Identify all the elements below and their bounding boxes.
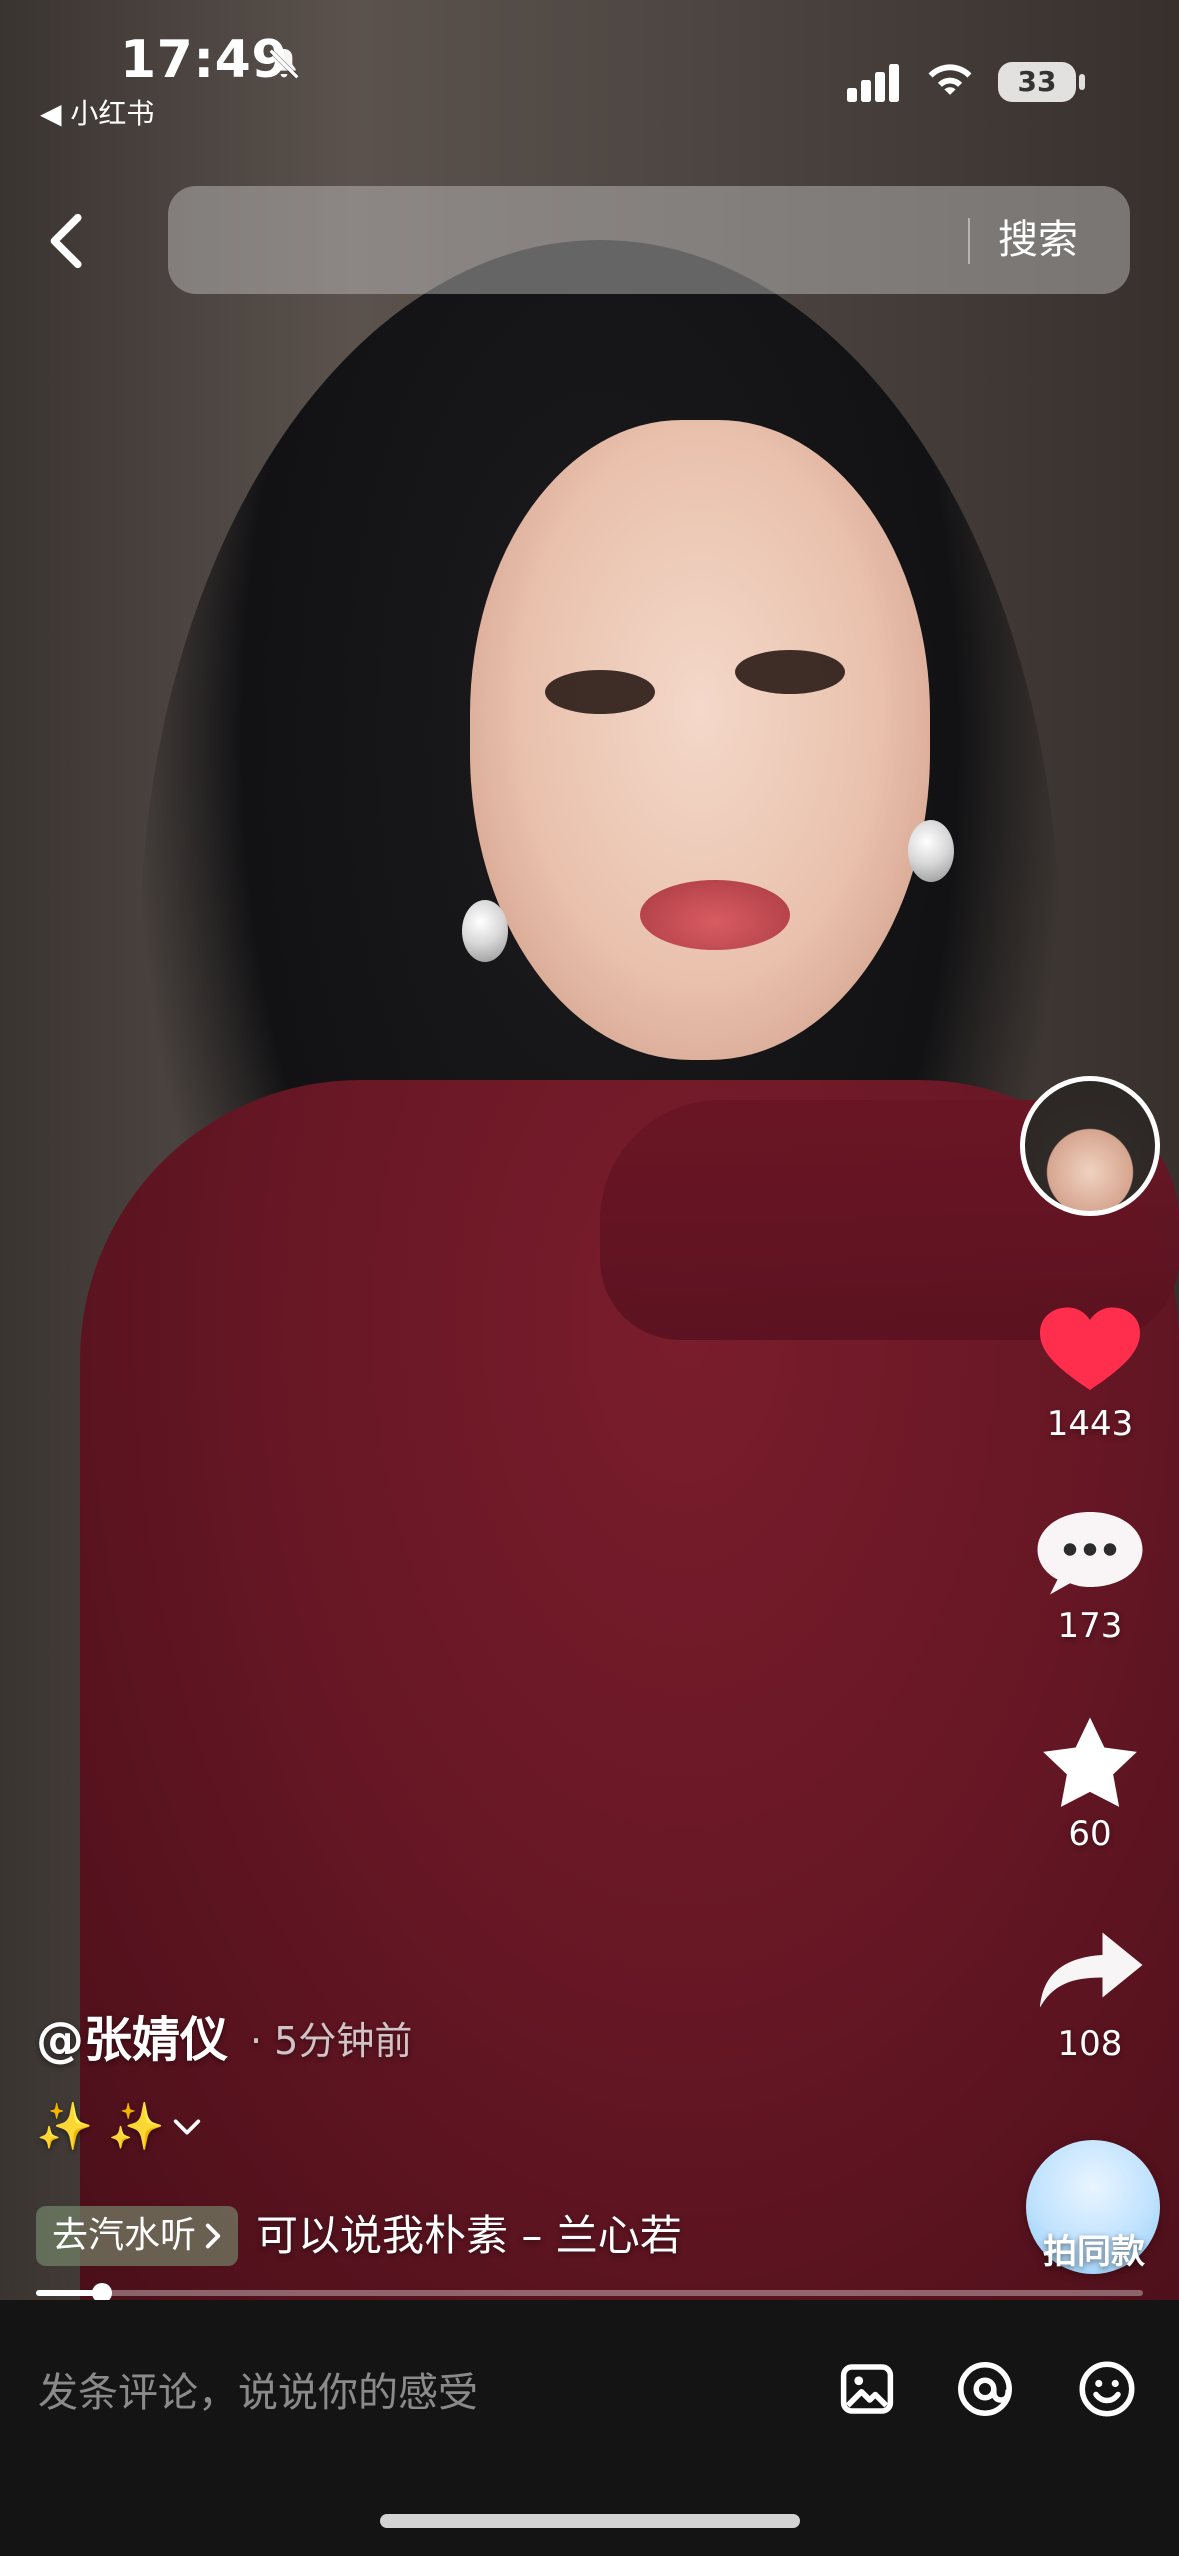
battery-indicator: 33	[998, 62, 1076, 102]
video-progress-bar[interactable]	[36, 2283, 1143, 2303]
share-button[interactable]: 108	[1020, 1920, 1160, 2064]
share-arrow-icon	[1040, 1932, 1143, 2008]
back-chevron-icon[interactable]	[34, 206, 104, 276]
video-subject-eye-right	[735, 650, 845, 694]
post-description[interactable]: ✨ ✨	[36, 2098, 165, 2154]
video-subject-earring-right	[908, 820, 954, 882]
heart-icon	[1040, 1307, 1140, 1390]
back-to-app-link[interactable]: ◀ 小红书	[40, 92, 154, 132]
video-subject-earring-left	[462, 900, 508, 962]
wifi-icon	[928, 64, 972, 95]
video-subject-eye-left	[545, 670, 655, 714]
at-sign-icon[interactable]	[952, 2356, 1018, 2422]
emoji-icon[interactable]	[1074, 2356, 1140, 2422]
search-input[interactable]	[204, 186, 978, 296]
go-to-music-chip[interactable]: 去汽水听	[36, 2206, 239, 2266]
bell-off-icon	[268, 48, 300, 80]
search-button[interactable]: 搜索	[998, 186, 1078, 294]
same-style-label: 拍同款	[1043, 2232, 1145, 2272]
home-indicator[interactable]	[380, 2514, 800, 2528]
music-title[interactable]: 可以说我朴素 – 兰心若	[256, 2206, 726, 2266]
search-bar[interactable]: 搜索	[168, 186, 1130, 296]
chevron-right-icon	[205, 2223, 221, 2249]
video-player-screen: 17:49 ◀ 小红书 33 搜索 1443 173 60 108 拍同款 @张…	[0, 0, 1179, 2556]
like-button[interactable]: 1443	[1020, 1300, 1160, 1444]
comment-button[interactable]: 173	[1020, 1502, 1160, 1646]
favorite-button[interactable]: 60	[1020, 1710, 1160, 1854]
image-icon[interactable]	[834, 2356, 900, 2422]
status-bar: 17:49 ◀ 小红书 33	[0, 0, 1179, 140]
video-subject-mouth	[640, 880, 790, 950]
cellular-signal-icon	[847, 64, 899, 102]
post-time: · 5分钟前	[250, 2019, 413, 2063]
battery-percent: 33	[1017, 65, 1057, 98]
author-name[interactable]: @张婧仪	[36, 2000, 228, 2070]
comment-bubble-icon	[1037, 1512, 1143, 1595]
share-count: 108	[1057, 2024, 1123, 2064]
video-subject-face	[470, 420, 930, 1060]
music-chip-label: 去汽水听	[52, 2215, 197, 2256]
star-icon	[1043, 1717, 1137, 1807]
search-divider	[968, 218, 970, 264]
like-count: 1443	[1046, 1404, 1134, 1444]
author-avatar[interactable]	[1020, 1076, 1160, 1216]
favorite-count: 60	[1068, 1814, 1112, 1854]
battery-cap	[1079, 74, 1085, 90]
status-time: 17:49	[120, 30, 289, 90]
chevron-down-icon[interactable]	[170, 2114, 204, 2140]
comment-count: 173	[1057, 1606, 1123, 1646]
comment-input[interactable]	[36, 2362, 800, 2424]
